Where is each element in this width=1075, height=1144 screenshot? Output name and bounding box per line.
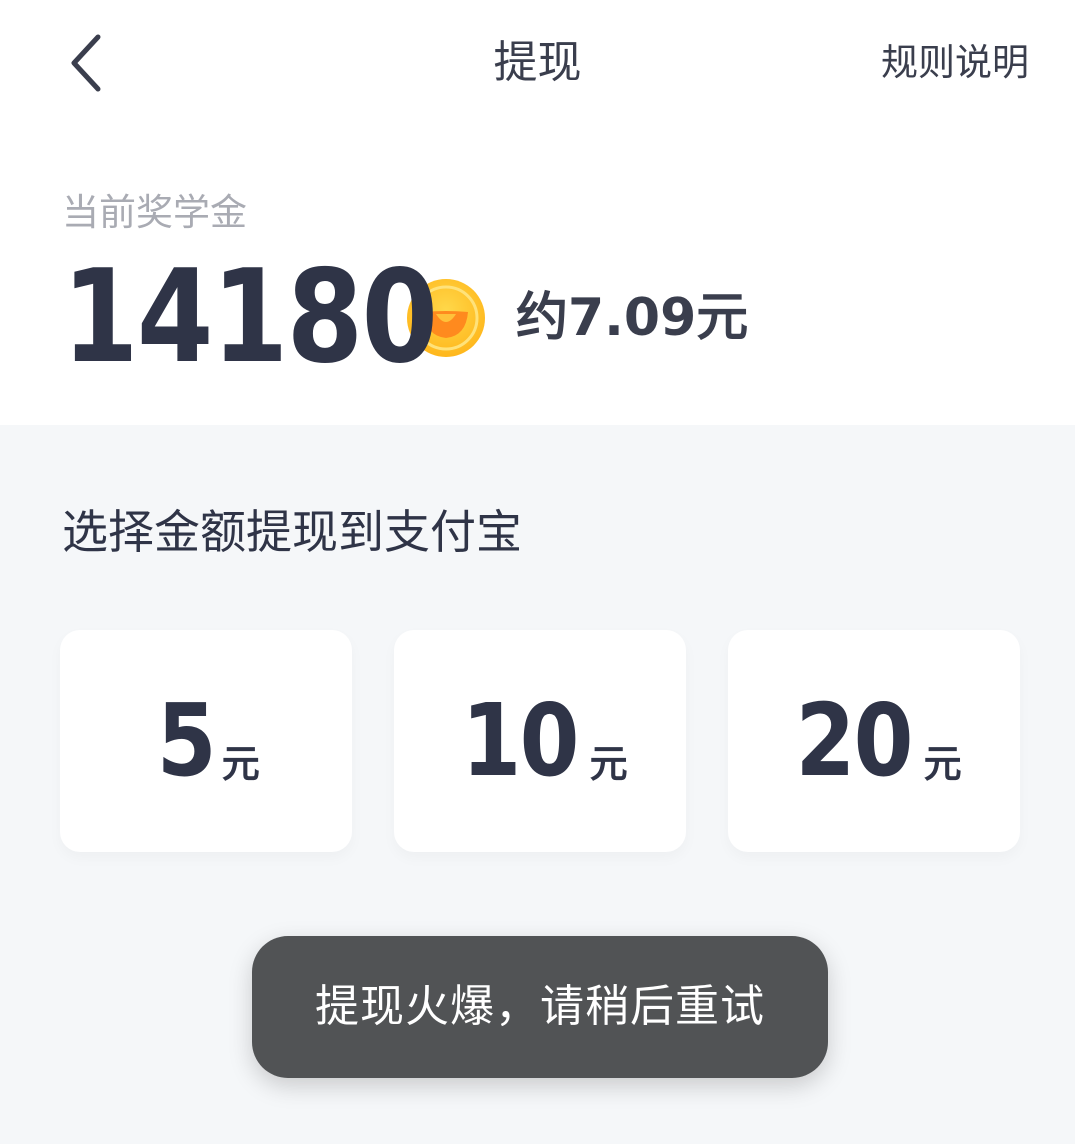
balance-label: 当前奖学金: [62, 191, 247, 234]
amount-option-20[interactable]: 20 元: [728, 630, 1020, 852]
amount-value: 5: [156, 682, 217, 799]
amount-options: 5 元 10 元 20 元: [60, 630, 1020, 852]
amount-option-10[interactable]: 10 元: [394, 630, 686, 852]
balance-header-section: 提现 规则说明 当前奖学金 14180 约7.09元: [0, 0, 1075, 425]
balance-approx-value: 约7.09元: [516, 288, 749, 348]
toast-text: 提现火爆，请稍后重试: [315, 981, 765, 1032]
balance-amount: 14180: [62, 243, 438, 392]
amount-value: 10: [461, 682, 580, 799]
toast-message: 提现火爆，请稍后重试: [252, 936, 828, 1078]
amount-unit: 元: [589, 741, 628, 786]
amount-unit: 元: [221, 741, 260, 786]
amount-option-5[interactable]: 5 元: [60, 630, 352, 852]
rules-link[interactable]: 规则说明: [881, 38, 1029, 88]
balance-row: 14180 约7.09元: [62, 248, 748, 388]
withdraw-section-title: 选择金额提现到支付宝: [62, 505, 522, 559]
amount-value: 20: [795, 682, 914, 799]
amount-unit: 元: [923, 741, 962, 786]
